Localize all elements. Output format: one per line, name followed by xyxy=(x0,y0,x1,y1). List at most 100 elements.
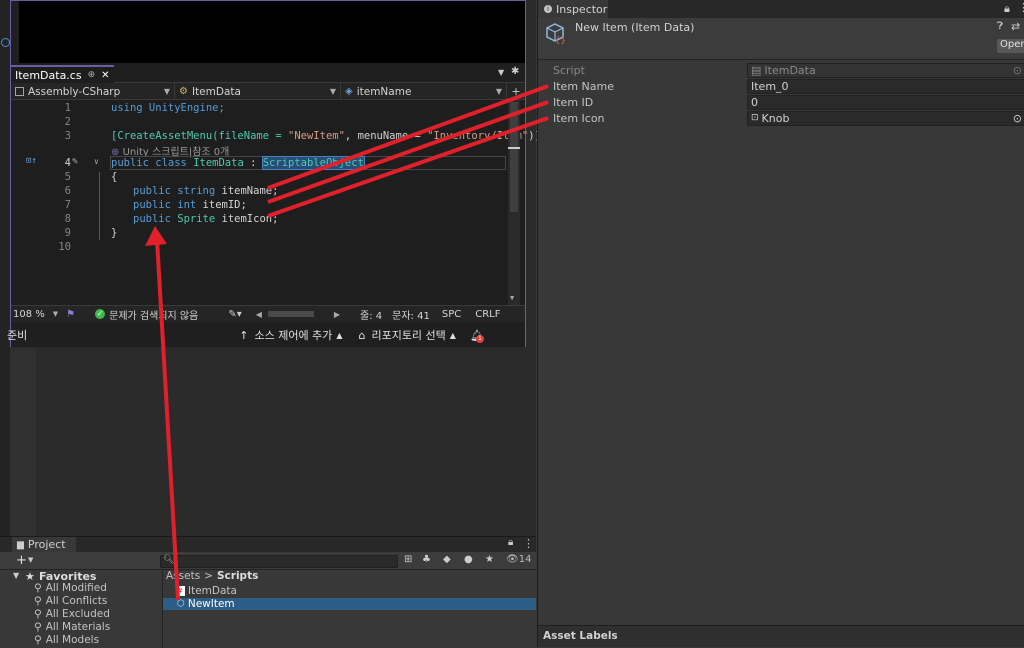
lock-icon[interactable]: 🔒︎ xyxy=(1004,2,1010,16)
repository-icon: ⌂ xyxy=(358,328,366,342)
class-dropdown[interactable]: ⚙ ItemData ▼ xyxy=(175,83,341,100)
code-line-4: public class ItemData : ScriptableObject xyxy=(111,156,365,170)
inspector-tabbar: i Inspector 🔒︎ ⋮ xyxy=(538,0,1024,18)
asset-labels-bar[interactable]: Asset Labels xyxy=(538,625,1024,647)
favorite-label: All Excluded xyxy=(45,608,110,620)
type-name: Sprite xyxy=(177,213,216,225)
chevron-down-icon[interactable]: ▼ xyxy=(53,310,58,318)
field-name: itemID; xyxy=(202,199,247,211)
create-plus-icon[interactable]: + xyxy=(16,553,27,568)
code-line-3: [CreateAssetMenu(fileName = "NewItem", m… xyxy=(111,130,541,142)
inspector-tab-label: Inspector xyxy=(556,2,608,16)
keyword: public int xyxy=(133,199,203,211)
keyword: public class xyxy=(111,157,194,169)
line-ending-indicator[interactable]: CRLF xyxy=(475,309,500,320)
quick-action-icon[interactable]: ✎ xyxy=(72,156,78,167)
scrollbar-thumb[interactable] xyxy=(510,102,518,212)
collapse-chevron-icon[interactable]: ∨ xyxy=(94,157,99,166)
scroll-left-icon[interactable]: ◀ xyxy=(256,310,262,319)
inspector-tab[interactable]: i Inspector xyxy=(538,0,608,18)
copilot-icon[interactable]: ⚑ xyxy=(66,309,75,320)
search-icon: ⚲ xyxy=(34,595,42,607)
breadcrumb-assets[interactable]: Assets xyxy=(166,570,200,582)
vertical-scrollbar[interactable]: ▼ xyxy=(508,100,520,305)
editor-tab-itemdata[interactable]: ItemData.cs ⊕ ✕ xyxy=(11,65,114,83)
favorite-item[interactable]: ⚲ All Excluded xyxy=(34,608,110,620)
horizontal-scrollbar[interactable] xyxy=(267,311,314,317)
file-item[interactable]: # ItemData xyxy=(163,585,536,597)
base-class-selected: ScriptableObject xyxy=(261,156,365,170)
filter-type-icon[interactable]: ♣ xyxy=(422,554,431,565)
item-icon-label: Item Icon xyxy=(553,111,605,125)
item-name-field[interactable]: Item_0 xyxy=(747,78,1024,94)
whitespace-indicator[interactable]: SPC xyxy=(442,309,461,320)
line-number: 8 xyxy=(64,213,71,225)
search-icon: ⚲ xyxy=(34,621,42,633)
chevron-down-icon: ▼ xyxy=(163,87,170,96)
open-button[interactable]: Open xyxy=(997,39,1024,53)
member-dropdown[interactable]: ◈ itemName ▼ xyxy=(341,83,507,100)
scroll-marker xyxy=(508,147,520,149)
item-id-field[interactable]: 0 xyxy=(747,94,1024,110)
pin-icon[interactable]: ⊕ xyxy=(88,70,96,80)
tab-dropdown-icon[interactable]: ▼ xyxy=(498,68,504,77)
favorite-label: All Conflicts xyxy=(45,595,108,607)
item-icon-field[interactable]: ⊡ Knob ⊙ xyxy=(747,110,1024,126)
notification-bell-icon[interactable]: 🔔︎1 xyxy=(470,329,484,343)
favorite-label: All Modified xyxy=(45,582,107,594)
add-to-source-control[interactable]: 소스 제어에 추가 xyxy=(254,327,332,343)
field-icon: ◈ xyxy=(345,86,353,97)
code-line-9: } xyxy=(111,227,118,239)
favorite-item[interactable]: ⚲ All Materials xyxy=(34,621,110,633)
class-icon: ⚙ xyxy=(179,86,188,97)
scroll-down-icon[interactable]: ▼ xyxy=(510,294,514,302)
project-tab[interactable]: ▆ Project xyxy=(12,537,76,552)
kebab-menu-icon[interactable]: ⋮ xyxy=(523,537,534,550)
close-icon[interactable]: ✕ xyxy=(101,70,109,81)
editor-status-bar: 108 % ▼ ⚑ ✓ 문제가 검색되지 않음 ✎▾ ◀ ▶ 줄: 4 문자: … xyxy=(11,305,525,322)
warning-filter-icon[interactable]: ● xyxy=(464,554,473,565)
scroll-right-icon[interactable]: ▶ xyxy=(334,310,340,319)
favorite-star-icon[interactable]: ★ xyxy=(485,554,494,565)
gear-icon[interactable]: ✱ xyxy=(511,66,519,77)
scriptable-object-icon: {} xyxy=(544,22,566,46)
select-repository[interactable]: 리포지토리 선택 xyxy=(371,327,445,343)
breadcrumb-separator: > xyxy=(204,570,213,582)
script-row: Script ▤ ItemData ⊙ xyxy=(538,62,1024,78)
search-input[interactable]: 🔍︎ xyxy=(160,555,398,568)
preset-icon[interactable]: ⇄ xyxy=(1011,20,1020,33)
line-number: 7 xyxy=(64,199,71,211)
kebab-menu-icon[interactable]: ⋮ xyxy=(1018,1,1024,14)
lock-icon[interactable]: 🔒︎ xyxy=(508,537,513,548)
line-number: 5 xyxy=(64,171,71,183)
favorite-item[interactable]: ⚲ All Conflicts xyxy=(34,595,107,607)
search-icon: ⚲ xyxy=(34,634,42,646)
search-by-type-icon[interactable]: ⊞ xyxy=(404,554,412,565)
hidden-packages-count: 14 xyxy=(518,554,532,565)
label-tag-icon[interactable]: ◆ xyxy=(443,554,451,565)
expand-arrow-icon[interactable]: ▼ xyxy=(13,571,19,580)
inspector-panel: i Inspector 🔒︎ ⋮ {} New Item (Item Data)… xyxy=(537,0,1024,647)
item-icon-row: Item Icon ⊡ Knob ⊙ xyxy=(538,110,1024,126)
code-editor[interactable]: ⊡↑ ✎ ∨ 1 2 3 4 5 6 7 8 9 10 using UnityE… xyxy=(11,100,541,305)
cleanup-brush-icon[interactable]: ✎▾ xyxy=(228,309,241,320)
breadcrumb-scripts[interactable]: Scripts xyxy=(217,570,258,582)
object-picker-icon[interactable]: ⊙ xyxy=(1013,112,1022,125)
code-line-6: public string itemName; xyxy=(133,185,278,197)
project-panel: ▆ Project 🔒︎ ⋮ + ▼ 🔍︎ ⊞ ♣ ◆ ● ★ 👁︎14 ▼ ★… xyxy=(0,536,536,648)
favorite-item[interactable]: ⚲ All Modified xyxy=(34,582,107,594)
chevron-down-icon[interactable]: ▼ xyxy=(28,556,33,564)
hidden-packages-icon[interactable]: 👁︎14 xyxy=(506,554,531,565)
help-icon[interactable]: ❓︎ xyxy=(997,21,1003,32)
circle-arrow-icon[interactable] xyxy=(1,38,10,47)
project-dropdown[interactable]: Assembly-CSharp ▼ xyxy=(11,83,175,100)
line-indicator[interactable]: 줄: 4 xyxy=(360,307,382,322)
file-item-selected[interactable]: ⬡ NewItem xyxy=(163,598,536,610)
column-indicator[interactable]: 문자: 41 xyxy=(392,307,430,322)
issues-status[interactable]: 문제가 검색되지 않음 xyxy=(109,307,198,322)
keyword: public xyxy=(133,213,178,225)
project-tab-label: Project xyxy=(27,538,66,551)
favorite-item[interactable]: ⚲ All Models xyxy=(34,634,99,646)
split-editor-icon[interactable]: + xyxy=(507,83,525,99)
zoom-level[interactable]: 108 % xyxy=(13,309,45,320)
